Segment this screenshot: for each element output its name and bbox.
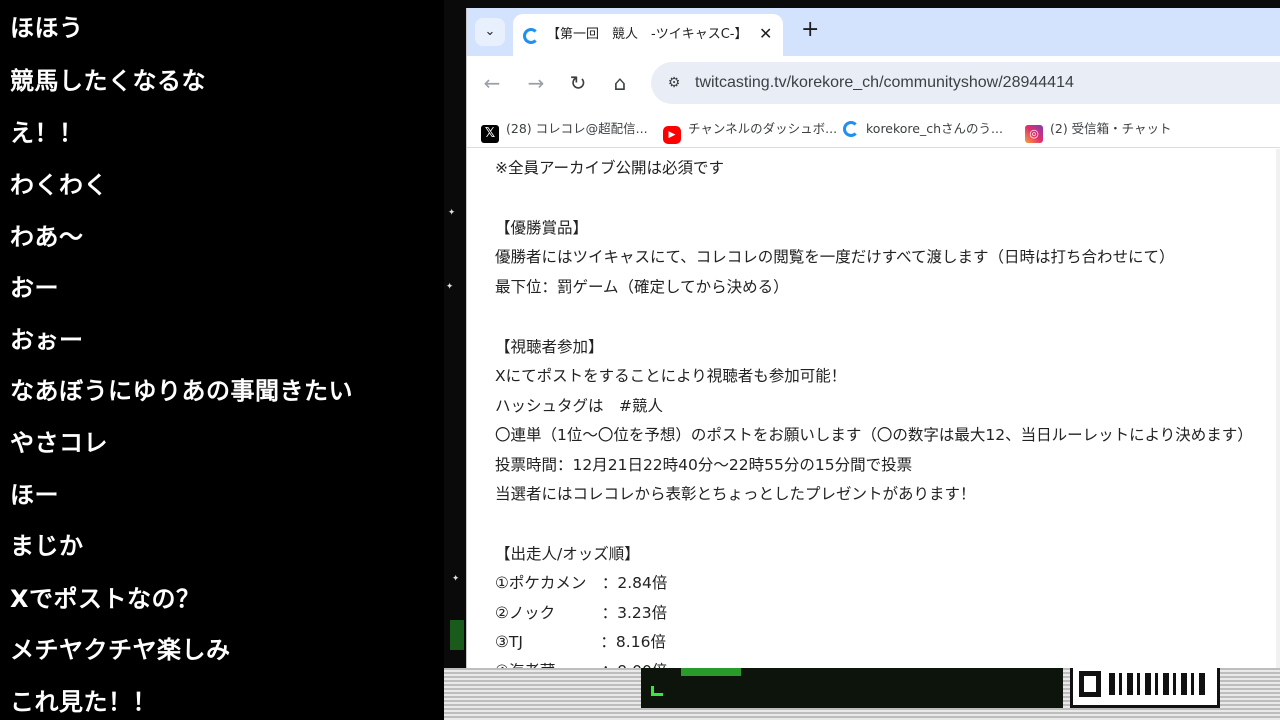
section-heading: 【優勝賞品】 bbox=[495, 219, 589, 237]
sparkle-decoration: ✦ bbox=[452, 570, 460, 584]
chat-message: わあ〜 bbox=[10, 223, 84, 251]
chat-message: まじか bbox=[10, 532, 84, 560]
section-heading: 【視聴者参加】 bbox=[495, 338, 604, 356]
bookmark-item[interactable]: 𝕏 (28) コレコレ@超配信... bbox=[481, 118, 648, 143]
reload-button[interactable]: ↻ bbox=[563, 68, 593, 98]
qr-finder bbox=[1079, 671, 1101, 697]
new-tab-button[interactable]: + bbox=[801, 19, 819, 41]
racer-odds: ③TJ ：8.16倍 bbox=[495, 633, 666, 651]
back-button[interactable]: ← bbox=[477, 68, 507, 98]
browser-window: ⌄ 【第一回 競人 -ツイキャスC-】- ✕ + ← → ↻ ⌂ ⚙ twitc… bbox=[466, 8, 1280, 668]
game-border bbox=[444, 0, 466, 668]
bookmark-item[interactable]: ▶ チャンネルのダッシュボ... bbox=[663, 118, 838, 144]
chat-message: おー bbox=[10, 274, 59, 302]
bookmark-label: (2) 受信箱・チャット bbox=[1050, 121, 1172, 136]
url-text[interactable]: twitcasting.tv/korekore_ch/communityshow… bbox=[695, 72, 1074, 94]
chat-message: ほー bbox=[10, 481, 59, 509]
section-heading: 【出走人/オッズ順】 bbox=[495, 545, 640, 563]
status-glow bbox=[681, 668, 741, 676]
bookmark-label: (28) コレコレ@超配信... bbox=[506, 121, 648, 136]
bookmarks-bar: 𝕏 (28) コレコレ@超配信... ▶ チャンネルのダッシュボ... koreko… bbox=[467, 110, 1280, 148]
chat-message: わくわく bbox=[10, 171, 108, 199]
chevron-down-icon: ⌄ bbox=[484, 24, 496, 39]
bookmark-label: チャンネルのダッシュボ... bbox=[688, 121, 838, 136]
forward-button[interactable]: → bbox=[521, 68, 551, 98]
home-button[interactable]: ⌂ bbox=[605, 68, 635, 98]
navigation-toolbar: ← → ↻ ⌂ ⚙ twitcasting.tv/korekore_ch/com… bbox=[467, 56, 1280, 110]
racer-odds: ②ノック ：3.23倍 bbox=[495, 604, 668, 622]
text-line: 最下位：罰ゲーム（確定してから決める） bbox=[495, 278, 789, 296]
chat-message: 競馬したくなるな bbox=[10, 67, 206, 95]
close-icon[interactable]: ✕ bbox=[759, 24, 772, 44]
chat-message: ほほう bbox=[10, 14, 84, 42]
text-line: 優勝者にはツイキャスにて、コレコレの閲覧を一度だけすべて渡します（日時は打ち合わ… bbox=[495, 248, 1175, 266]
bookmark-label: korekore_chさんのう... bbox=[866, 121, 1003, 136]
tab-active[interactable]: 【第一回 競人 -ツイキャスC-】- ✕ bbox=[513, 14, 783, 56]
scrollbar[interactable] bbox=[1276, 149, 1280, 668]
youtube-icon: ▶ bbox=[663, 126, 681, 144]
chat-message: おぉー bbox=[10, 326, 84, 354]
text-line: 投票時間：12月21日22時40分〜22時55分の15分間で投票 bbox=[495, 456, 913, 474]
chat-message: やさコレ bbox=[10, 429, 108, 457]
game-status-bar bbox=[641, 668, 1063, 708]
comment-overlay: ほほう 競馬したくなるな え！！ わくわく わあ〜 おー おぉー なあぼうにゆり… bbox=[0, 0, 444, 720]
chat-message: なあぼうにゆりあの事聞きたい bbox=[10, 377, 353, 405]
page-content: ※全員アーカイブ公開は必須です 【優勝賞品】 優勝者にはツイキャスにて、コレコレ… bbox=[467, 149, 1280, 668]
x-logo-icon: 𝕏 bbox=[481, 125, 499, 143]
tab-title: 【第一回 競人 -ツイキャスC-】- bbox=[547, 27, 745, 42]
address-bar[interactable]: ⚙ twitcasting.tv/korekore_ch/communitysh… bbox=[651, 62, 1280, 104]
text-line: ハッシュタグは #競人 bbox=[495, 397, 663, 415]
chat-message: え！！ bbox=[10, 119, 84, 147]
qr-pattern bbox=[1109, 673, 1209, 695]
text-line: ※全員アーカイブ公開は必須です bbox=[495, 159, 725, 177]
racer-odds: ①ポケカメン ：2.84倍 bbox=[495, 574, 668, 592]
instagram-icon: ◎ bbox=[1025, 125, 1043, 143]
tab-strip: ⌄ 【第一回 競人 -ツイキャスC-】- ✕ + bbox=[467, 8, 1280, 56]
tab-search-button[interactable]: ⌄ bbox=[475, 18, 505, 46]
chat-message: Xでポストなの？ bbox=[10, 585, 201, 613]
game-sprite bbox=[450, 620, 464, 650]
text-line: 当選者にはコレコレから表彰とちょっとしたプレゼントがあります！ bbox=[495, 485, 976, 503]
corner-marker-icon bbox=[651, 686, 663, 696]
chat-message: これ見た！！ bbox=[10, 688, 157, 716]
bookmark-item[interactable]: ◎ (2) 受信箱・チャット bbox=[1025, 118, 1172, 143]
twitcasting-icon bbox=[843, 121, 859, 137]
twitcasting-icon bbox=[523, 28, 539, 44]
racer-odds: ④海老蔵 ：9.00倍 bbox=[495, 660, 667, 668]
bookmark-item[interactable]: korekore_chさんのう... bbox=[843, 118, 1003, 140]
text-line: Xにてポストをすることにより視聴者も参加可能！ bbox=[495, 367, 847, 385]
site-info-icon[interactable]: ⚙ bbox=[663, 72, 685, 94]
sparkle-decoration: ✦ bbox=[448, 204, 456, 218]
chat-message: メチヤクチヤ楽しみ bbox=[10, 636, 231, 664]
sparkle-decoration: ✦ bbox=[446, 278, 454, 292]
qr-code bbox=[1070, 662, 1220, 708]
text-line: 〇連単（1位〜〇位を予想）のポストをお願いします（〇の数字は最大12、当日ルーレ… bbox=[495, 426, 1253, 444]
